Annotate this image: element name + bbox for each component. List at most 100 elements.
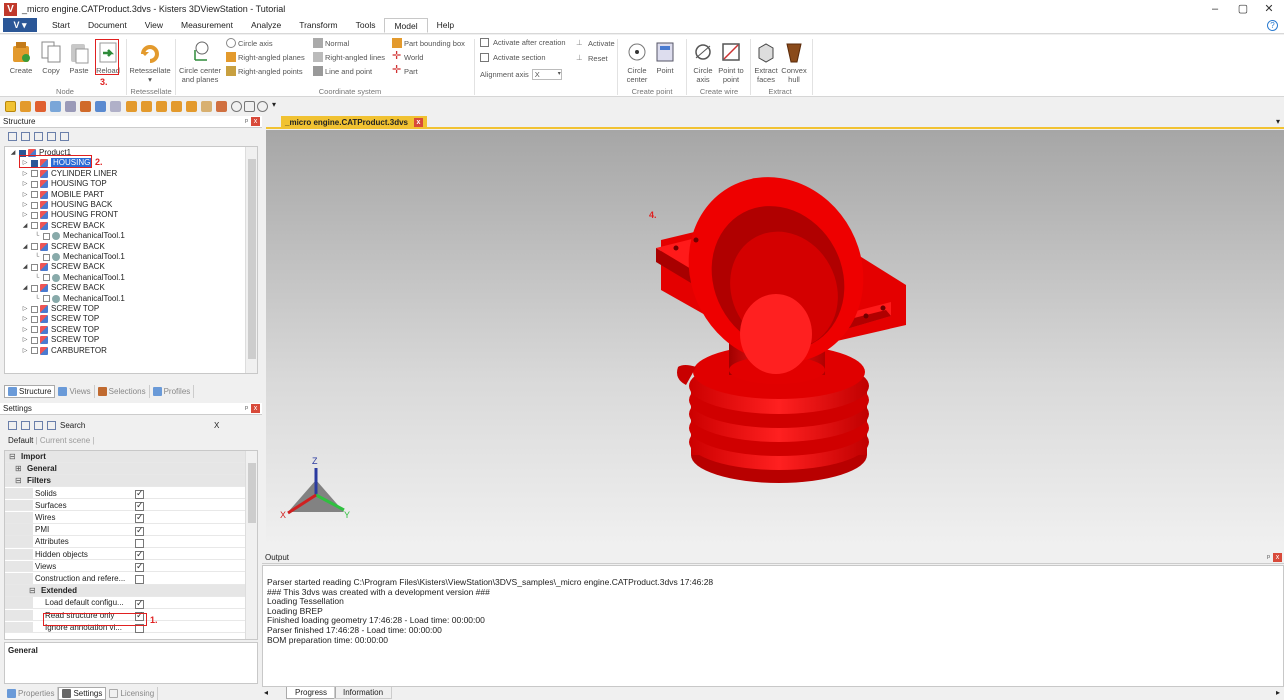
visibility-checkbox[interactable] xyxy=(31,284,38,292)
setting-row[interactable]: Solids xyxy=(5,487,247,500)
collapse-icon[interactable]: ◢ xyxy=(9,148,17,158)
visibility-checkbox[interactable] xyxy=(43,253,50,261)
visibility-checkbox[interactable] xyxy=(31,211,38,219)
tree-scrollbar[interactable] xyxy=(245,147,257,373)
expand-icon[interactable]: ▷ xyxy=(21,169,29,179)
visibility-checkbox[interactable] xyxy=(31,263,38,271)
clear-search-button[interactable]: X xyxy=(214,421,219,430)
view-left-icon[interactable] xyxy=(156,101,167,112)
normal-button[interactable]: Normal xyxy=(313,38,349,48)
visibility-checkbox[interactable] xyxy=(31,170,38,178)
settings-search-input[interactable]: Search xyxy=(60,421,210,430)
expand-icon[interactable]: ▷ xyxy=(21,210,29,220)
tree-item[interactable]: ▷ HOUSING BACK xyxy=(21,200,112,210)
collapse-icon[interactable]: ◢ xyxy=(21,283,29,293)
setting-checkbox[interactable] xyxy=(135,500,148,513)
visibility-checkbox[interactable] xyxy=(31,336,38,344)
visibility-checkbox[interactable] xyxy=(31,305,38,313)
scroll-left-icon[interactable]: ◂ xyxy=(264,688,268,697)
setting-checkbox[interactable] xyxy=(135,598,148,610)
part-button[interactable]: ✛ Part xyxy=(392,65,418,76)
tab-list-icon[interactable]: ▾ xyxy=(1276,117,1280,126)
setting-row[interactable]: PMI xyxy=(5,524,247,536)
pin-icon[interactable]: ᵖ xyxy=(245,116,248,128)
tab-structure[interactable]: Structure xyxy=(4,384,56,398)
paste-button[interactable]: Paste xyxy=(66,40,92,75)
setting-checkbox[interactable] xyxy=(135,549,148,562)
copy-button[interactable]: Copy xyxy=(38,40,64,75)
tree-item-tool[interactable]: └ MechanicalTool.1 xyxy=(33,252,125,262)
help-icon[interactable]: ? xyxy=(1267,20,1278,31)
tree-item[interactable]: ◢ SCREW BACK xyxy=(21,221,105,231)
3d-viewport[interactable]: 4. Z Y X xyxy=(266,130,1284,546)
expand-icon[interactable]: ▷ xyxy=(21,304,29,314)
line-and-point-button[interactable]: Line and point xyxy=(313,66,372,76)
select-tool-icon[interactable] xyxy=(5,101,16,112)
tree-item-tool[interactable]: └ MechanicalTool.1 xyxy=(33,294,125,304)
convex-hull-button[interactable]: Convex hull xyxy=(780,40,808,84)
alignment-axis-select[interactable]: X ▾ xyxy=(531,69,562,80)
measure-tool-icon[interactable] xyxy=(110,101,121,112)
tree-item[interactable]: ▷ SCREW TOP xyxy=(21,325,99,335)
pan-tool-icon[interactable] xyxy=(35,101,46,112)
pin-icon[interactable]: ᵖ xyxy=(1267,552,1270,564)
fit-tool-icon[interactable] xyxy=(50,101,61,112)
scrollbar-thumb[interactable] xyxy=(248,463,256,523)
tab-properties[interactable]: Properties xyxy=(4,686,59,700)
setting-category[interactable]: ⊟ Filters xyxy=(5,475,247,488)
setting-row[interactable]: Wires xyxy=(5,512,247,524)
collapse-icon[interactable]: ⊟ xyxy=(9,451,16,463)
close-panel-icon[interactable]: x xyxy=(251,404,260,413)
collapse-all-icon[interactable] xyxy=(21,132,30,141)
setting-checkbox[interactable] xyxy=(135,537,148,549)
pin-icon[interactable]: ᵖ xyxy=(245,403,248,415)
close-button[interactable]: ✕ xyxy=(1254,1,1284,17)
visibility-checkbox[interactable] xyxy=(31,243,38,251)
circle-center-and-planes-button[interactable]: Circle center and planes xyxy=(177,40,223,84)
close-document-icon[interactable]: x xyxy=(414,118,423,127)
settings-scrollbar[interactable] xyxy=(245,451,257,639)
extract-faces-button[interactable]: Extract faces xyxy=(752,40,780,84)
visibility-checkbox[interactable] xyxy=(31,347,38,355)
tab-tools[interactable]: Tools xyxy=(347,18,385,33)
close-panel-icon[interactable]: x xyxy=(251,117,260,126)
tab-settings[interactable]: Settings xyxy=(58,686,107,700)
tab-selections[interactable]: Selections xyxy=(95,384,150,398)
category-view-icon[interactable] xyxy=(34,421,43,430)
right-angled-lines-button[interactable]: Right-angled lines xyxy=(313,52,385,62)
scrollbar-thumb[interactable] xyxy=(248,159,256,359)
circle-axis-wire-button[interactable]: Circle axis xyxy=(690,40,716,84)
tab-licensing[interactable]: Licensing xyxy=(106,686,159,700)
setting-row[interactable]: Hidden objects xyxy=(5,548,247,562)
setting-row[interactable]: Views xyxy=(5,560,247,573)
setting-row[interactable]: Construction and refere... xyxy=(5,573,247,585)
tab-model[interactable]: Model xyxy=(384,18,428,33)
setting-category[interactable]: ⊟ Import xyxy=(5,451,247,463)
collapse-all-icon[interactable] xyxy=(21,421,30,430)
activate-button[interactable]: ⊥ Activate xyxy=(576,38,615,48)
setting-checkbox[interactable] xyxy=(135,525,148,537)
expand-icon[interactable]: ▷ xyxy=(21,314,29,324)
tab-measurement[interactable]: Measurement xyxy=(172,18,242,33)
activate-after-creation-checkbox[interactable]: Activate after creation xyxy=(480,38,566,47)
view-back-icon[interactable] xyxy=(141,101,152,112)
tree-item[interactable]: ◢ SCREW BACK xyxy=(21,262,105,272)
zoom-tool-icon[interactable] xyxy=(65,101,76,112)
setting-checkbox[interactable] xyxy=(135,574,148,586)
reset-button[interactable]: ⊥ Reset xyxy=(576,53,608,63)
tab-view[interactable]: View xyxy=(136,18,172,33)
point-to-point-button[interactable]: Point to point xyxy=(716,40,746,84)
toolbar-customize-icon[interactable]: ▾ xyxy=(272,100,276,109)
setting-checkbox[interactable] xyxy=(135,512,148,525)
part-bounding-box-button[interactable]: Part bounding box xyxy=(392,38,465,48)
view-right-icon[interactable] xyxy=(171,101,182,112)
3d-model[interactable] xyxy=(266,130,1284,546)
tab-start[interactable]: Start xyxy=(43,18,79,33)
world-button[interactable]: ✛ World xyxy=(392,51,423,62)
collapse-icon[interactable]: ⊟ xyxy=(15,475,22,487)
tab-information[interactable]: Information xyxy=(334,687,393,699)
app-menu-button[interactable]: V ▾ xyxy=(3,18,37,32)
visibility-checkbox[interactable] xyxy=(31,201,38,209)
tree-item[interactable]: ▷ SCREW TOP xyxy=(21,314,99,324)
collapse-icon[interactable]: ◢ xyxy=(21,242,29,252)
